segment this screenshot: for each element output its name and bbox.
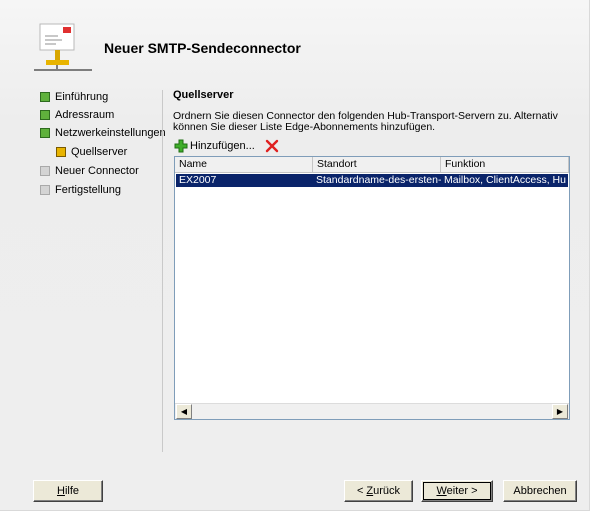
red-x-icon[interactable] bbox=[265, 139, 279, 153]
column-header-name[interactable]: Name bbox=[175, 157, 313, 173]
add-server-button[interactable]: Hinzufügen... bbox=[174, 139, 255, 153]
step-label: Quellserver bbox=[71, 146, 128, 158]
next-mnemonic: W bbox=[436, 485, 447, 497]
smtp-connector-wizard-icon bbox=[32, 22, 94, 80]
step-label: Netzwerkeinstellungen bbox=[55, 127, 166, 139]
step-fertigstellung: Fertigstellung bbox=[40, 183, 121, 197]
back-button[interactable]: < Zurück bbox=[344, 480, 413, 502]
step-quellserver: Quellserver bbox=[56, 145, 127, 159]
column-header-role[interactable]: Funktion bbox=[441, 157, 569, 173]
step-label: Einführung bbox=[55, 91, 109, 103]
step-current-icon bbox=[56, 147, 66, 157]
scroll-right-arrow-icon[interactable]: ▶ bbox=[552, 404, 568, 419]
horizontal-scrollbar[interactable]: ◀ ▶ bbox=[175, 403, 569, 419]
next-button[interactable]: Weiter > bbox=[421, 480, 493, 502]
step-label: Neuer Connector bbox=[55, 165, 139, 177]
back-suffix: urück bbox=[373, 485, 401, 497]
step-netzwerkeinstellungen: Netzwerkeinstellungen bbox=[40, 126, 166, 140]
step-complete-icon bbox=[40, 110, 50, 120]
cell-role: Mailbox, ClientAccess, Hu bbox=[444, 174, 566, 186]
step-neuer-connector: Neuer Connector bbox=[40, 164, 139, 178]
column-header-site[interactable]: Standort bbox=[313, 157, 441, 173]
cell-site: Standardname-des-ersten-... bbox=[316, 174, 441, 186]
step-label: Fertigstellung bbox=[55, 184, 122, 196]
scroll-left-arrow-icon[interactable]: ◀ bbox=[176, 404, 192, 419]
cell-name: EX2007 bbox=[179, 174, 217, 186]
help-mnemonic: H bbox=[56, 485, 65, 497]
step-pending-icon bbox=[40, 185, 50, 195]
server-list[interactable]: Name Standort Funktion EX2007 Standardna… bbox=[174, 156, 570, 420]
list-header: Name Standort Funktion bbox=[175, 157, 569, 173]
step-einfuehrung: Einführung bbox=[40, 90, 108, 104]
step-pending-icon bbox=[40, 166, 50, 176]
green-plus-icon bbox=[174, 139, 188, 153]
section-description: Ordnern Sie diesen Connector den folgend… bbox=[173, 110, 558, 133]
help-suffix: ilfe bbox=[64, 485, 79, 497]
table-row[interactable]: EX2007 Standardname-des-ersten-... Mailb… bbox=[176, 174, 568, 187]
steps-divider bbox=[162, 90, 163, 452]
next-suffix: eiter > bbox=[446, 485, 478, 497]
step-adressraum: Adressraum bbox=[40, 108, 114, 122]
cancel-button[interactable]: Abbrechen bbox=[503, 480, 577, 502]
add-server-label: Hinzufügen... bbox=[190, 140, 255, 152]
back-prefix: < bbox=[356, 485, 367, 497]
server-toolbar: Hinzufügen... bbox=[174, 138, 279, 154]
help-button[interactable]: Hilfe bbox=[33, 480, 103, 502]
step-complete-icon bbox=[40, 128, 50, 138]
wizard-window: Neuer SMTP-Sendeconnector Einführung Adr… bbox=[0, 0, 590, 511]
wizard-title: Neuer SMTP-Sendeconnector bbox=[104, 40, 301, 56]
section-title: Quellserver bbox=[173, 89, 234, 101]
step-label: Adressraum bbox=[55, 109, 115, 121]
step-complete-icon bbox=[40, 92, 50, 102]
